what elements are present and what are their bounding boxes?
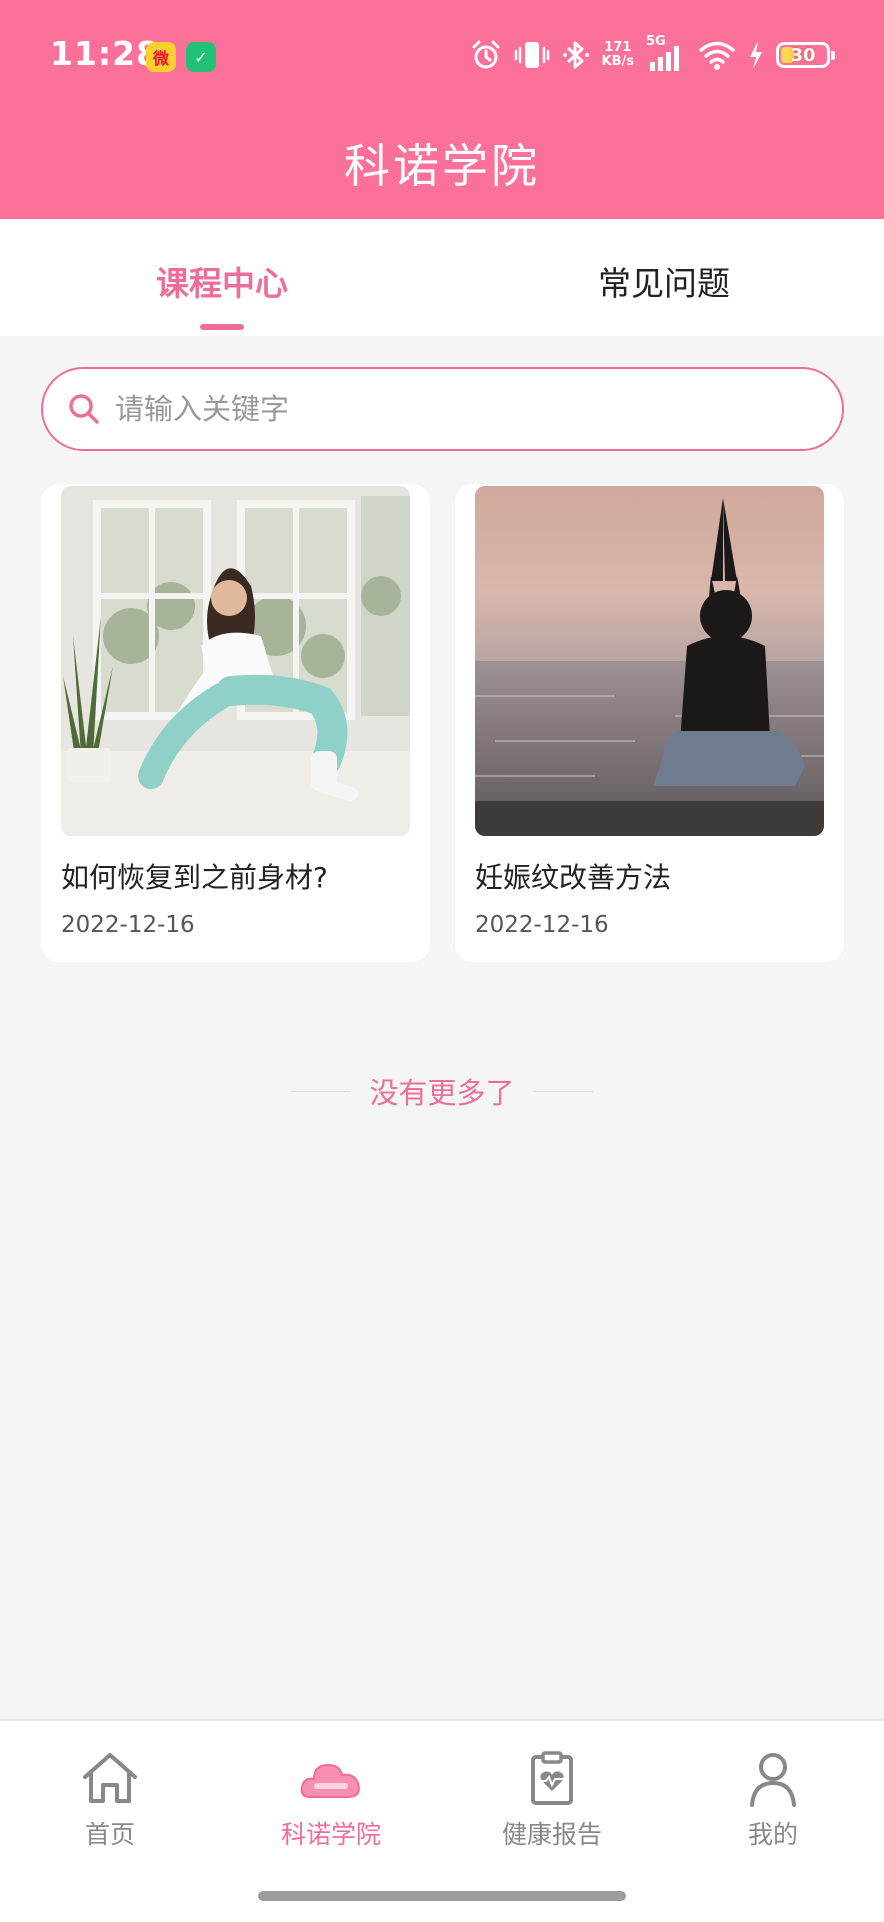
signal-5g-icon: 5G bbox=[646, 34, 686, 72]
wechat-icon: ✓ bbox=[186, 42, 216, 72]
status-bar: 11:28 微 ✓ 171 KB/s 5G 30 bbox=[0, 0, 884, 112]
course-image bbox=[475, 486, 824, 836]
no-more-text: 没有更多了 bbox=[369, 1076, 515, 1110]
course-image bbox=[61, 486, 410, 836]
bluetooth-icon bbox=[562, 41, 589, 69]
network-speed: 171 KB/s bbox=[602, 41, 634, 69]
status-time: 11:28 bbox=[50, 34, 161, 73]
nav-label: 首页 bbox=[84, 1820, 135, 1849]
divider bbox=[532, 1090, 593, 1092]
tab-bar: 课程中心 常见问题 bbox=[0, 219, 884, 336]
wifi-icon bbox=[699, 41, 735, 70]
nav-label: 科诺学院 bbox=[280, 1820, 381, 1849]
tab-faq[interactable]: 常见问题 bbox=[514, 257, 814, 305]
clipboard-heart-icon bbox=[531, 1751, 573, 1805]
nav-academy[interactable]: 科诺学院 bbox=[241, 1747, 421, 1857]
weibo-icon: 微 bbox=[146, 42, 176, 72]
nav-mine[interactable]: 我的 bbox=[683, 1747, 863, 1857]
status-icons: 171 KB/s 5G 30 bbox=[470, 34, 835, 76]
battery-percent: 30 bbox=[790, 44, 816, 66]
list-end-indicator: 没有更多了 bbox=[0, 1070, 884, 1112]
course-date: 2022-12-16 bbox=[61, 912, 195, 938]
nav-label: 我的 bbox=[747, 1820, 798, 1849]
charging-icon bbox=[750, 41, 762, 69]
alarm-icon bbox=[472, 40, 500, 69]
divider bbox=[291, 1090, 352, 1092]
home-indicator[interactable] bbox=[258, 1891, 626, 1901]
battery-icon: 30 bbox=[776, 42, 835, 68]
search-input[interactable] bbox=[113, 391, 817, 427]
nav-home[interactable]: 首页 bbox=[20, 1747, 200, 1857]
page-title: 科诺学院 bbox=[344, 139, 540, 193]
vibrate-icon bbox=[514, 42, 549, 68]
app-header: 11:28 微 ✓ 171 KB/s 5G 30 科诺学院 bbox=[0, 0, 884, 219]
cloud-icon bbox=[300, 1763, 360, 1798]
course-card[interactable]: 妊娠纹改善方法 2022-12-16 bbox=[455, 484, 844, 962]
course-title: 妊娠纹改善方法 bbox=[475, 861, 672, 894]
nav-label: 健康报告 bbox=[501, 1820, 602, 1849]
network-speed-unit: KB/s bbox=[601, 54, 634, 69]
active-tab-indicator bbox=[200, 324, 244, 330]
tab-course-center[interactable]: 课程中心 bbox=[72, 257, 372, 305]
course-date: 2022-12-16 bbox=[475, 912, 609, 938]
search-bar[interactable] bbox=[41, 367, 844, 451]
course-title: 如何恢复到之前身材? bbox=[61, 861, 328, 894]
nav-health-report[interactable]: 健康报告 bbox=[462, 1747, 642, 1857]
search-icon bbox=[69, 394, 99, 424]
user-icon bbox=[750, 1753, 796, 1807]
course-card[interactable]: 如何恢复到之前身材? 2022-12-16 bbox=[41, 484, 430, 962]
network-speed-value: 171 bbox=[604, 40, 632, 55]
home-icon bbox=[83, 1753, 137, 1803]
